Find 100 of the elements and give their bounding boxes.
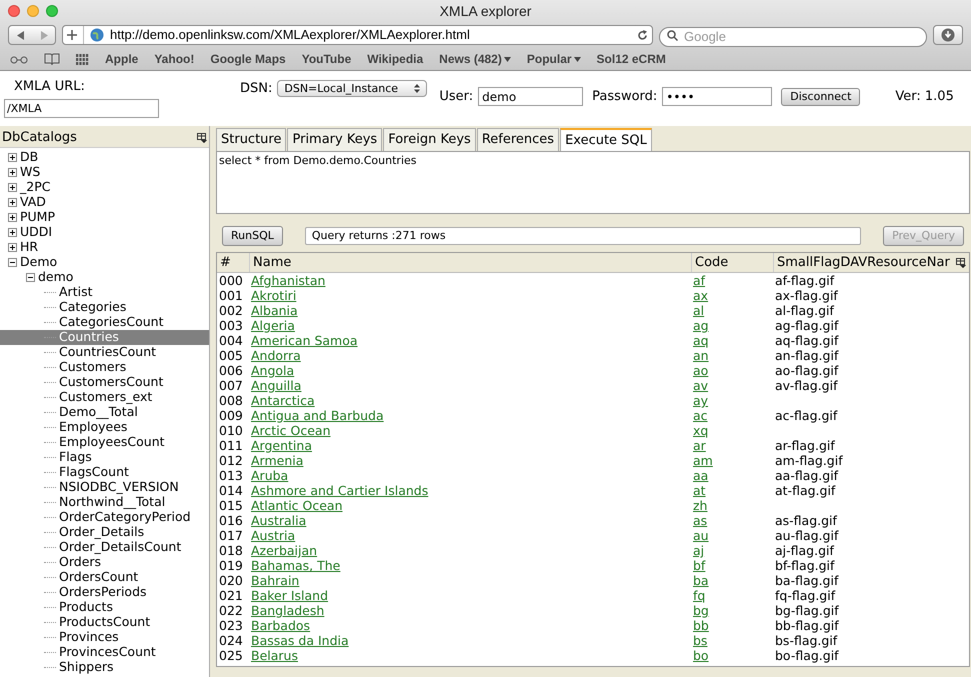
country-link[interactable]: Akrotiri (251, 288, 296, 303)
user-field[interactable]: demo (478, 87, 584, 106)
country-link[interactable]: Bahamas, The (251, 558, 340, 573)
country-link[interactable]: Ashmore and Cartier Islands (251, 483, 428, 498)
expand-icon[interactable] (8, 213, 17, 222)
password-field[interactable]: •••• (662, 87, 772, 106)
sql-editor[interactable]: select * from Demo.demo.Countries (216, 151, 970, 214)
column-header[interactable]: Code (695, 252, 728, 272)
back-forward-buttons[interactable] (8, 25, 56, 45)
bookmark-link[interactable]: Sol12 eCRM (596, 50, 666, 68)
country-link[interactable]: Armenia (251, 453, 304, 468)
bookmark-link[interactable]: News (482) (439, 50, 511, 68)
search-field[interactable]: Google (659, 26, 927, 46)
run-sql-button[interactable]: RunSQL (222, 226, 283, 246)
country-link[interactable]: Algeria (251, 318, 295, 333)
country-link[interactable]: Antarctica (251, 393, 315, 408)
disconnect-button[interactable]: Disconnect (781, 88, 860, 106)
code-link[interactable]: bo (693, 648, 709, 663)
expand-icon[interactable] (8, 228, 17, 237)
collapse-icon[interactable] (8, 258, 17, 267)
country-link[interactable]: Antigua and Barbuda (251, 408, 384, 423)
tab[interactable]: Foreign Keys (383, 128, 476, 151)
country-link[interactable]: Australia (251, 513, 306, 528)
dsn-select[interactable]: DSN=Local_Instance (277, 80, 428, 98)
tab[interactable]: Structure (216, 128, 286, 151)
xmla-url-field[interactable]: /XMLA (4, 98, 159, 118)
country-link[interactable]: Atlantic Ocean (251, 498, 342, 513)
country-link[interactable]: Angola (251, 363, 294, 378)
tab[interactable]: Primary Keys (287, 128, 382, 151)
code-link[interactable]: at (693, 483, 706, 498)
code-link[interactable]: al (693, 303, 704, 318)
column-header[interactable]: SmallFlagDAVResourceNar (777, 252, 950, 272)
bookmark-link[interactable]: Google Maps (210, 50, 286, 68)
downloads-button[interactable] (933, 25, 963, 45)
country-link[interactable]: Baker Island (251, 588, 328, 603)
country-link[interactable]: Bangladesh (251, 603, 324, 618)
code-link[interactable]: av (693, 378, 708, 393)
country-link[interactable]: Afghanistan (251, 273, 326, 288)
code-link[interactable]: ao (693, 363, 708, 378)
book-icon[interactable] (44, 53, 60, 65)
country-link[interactable]: Barbados (251, 618, 310, 633)
code-link[interactable]: ba (693, 573, 709, 588)
country-link[interactable]: Belarus (251, 648, 298, 663)
code-link[interactable]: bg (693, 603, 709, 618)
code-link[interactable]: xq (693, 423, 708, 438)
close-button[interactable] (8, 5, 20, 17)
country-link[interactable]: Andorra (251, 348, 301, 363)
country-link[interactable]: Argentina (251, 438, 312, 453)
grid-icon[interactable] (76, 54, 89, 64)
zoom-button[interactable] (46, 5, 58, 17)
code-link[interactable]: ax (693, 288, 708, 303)
country-link[interactable]: Arctic Ocean (251, 423, 330, 438)
code-link[interactable]: aq (693, 333, 709, 348)
code-link[interactable]: fq (693, 588, 706, 603)
bookmark-link[interactable]: Apple (105, 50, 138, 68)
column-header[interactable]: # (220, 252, 231, 272)
code-link[interactable]: zh (693, 498, 708, 513)
code-link[interactable]: as (693, 513, 708, 528)
panel-menu-icon[interactable] (197, 133, 207, 143)
country-link[interactable]: Aruba (251, 468, 288, 483)
bookmark-link[interactable]: Popular (526, 50, 581, 68)
bookmark-link[interactable]: Yahoo! (154, 50, 194, 68)
expand-icon[interactable] (8, 153, 17, 162)
reload-icon[interactable] (637, 30, 648, 40)
plus-icon[interactable] (67, 30, 77, 40)
country-link[interactable]: American Samoa (251, 333, 358, 348)
country-link[interactable]: Albania (251, 303, 298, 318)
code-link[interactable]: au (693, 528, 709, 543)
code-link[interactable]: bb (693, 618, 709, 633)
glasses-icon[interactable] (10, 54, 28, 64)
address-bar[interactable]: http://demo.openlinksw.com/XMLAexplorer/XMLAexplorer.html (62, 25, 653, 45)
tab[interactable]: References (476, 128, 560, 151)
country-link[interactable]: Austria (251, 528, 296, 543)
column-header[interactable]: Name (253, 252, 292, 272)
bookmark-link[interactable]: YouTube (302, 50, 352, 68)
country-link[interactable]: Bahrain (251, 573, 300, 588)
code-link[interactable]: am (693, 453, 713, 468)
expand-icon[interactable] (8, 243, 17, 252)
expand-icon[interactable] (8, 183, 17, 192)
code-link[interactable]: ar (693, 438, 706, 453)
code-link[interactable]: ag (693, 318, 709, 333)
row-number: 024 (218, 633, 244, 648)
country-link[interactable]: Anguilla (251, 378, 302, 393)
expand-icon[interactable] (8, 168, 17, 177)
code-link[interactable]: bs (693, 633, 708, 648)
code-link[interactable]: bf (693, 558, 706, 573)
code-link[interactable]: af (693, 273, 706, 288)
collapse-icon[interactable] (26, 273, 35, 282)
expand-icon[interactable] (8, 198, 17, 207)
code-link[interactable]: an (693, 348, 709, 363)
code-link[interactable]: aj (693, 543, 704, 558)
row-number: 009 (218, 408, 244, 423)
bookmark-link[interactable]: Wikipedia (367, 50, 424, 68)
tab[interactable]: Execute SQL (560, 128, 652, 151)
code-link[interactable]: aa (693, 468, 708, 483)
column-menu-icon[interactable] (956, 258, 966, 268)
code-link[interactable]: ay (693, 393, 708, 408)
country-link[interactable]: Bassas da India (251, 633, 349, 648)
country-link[interactable]: Azerbaijan (251, 543, 318, 558)
code-link[interactable]: ac (693, 408, 708, 423)
